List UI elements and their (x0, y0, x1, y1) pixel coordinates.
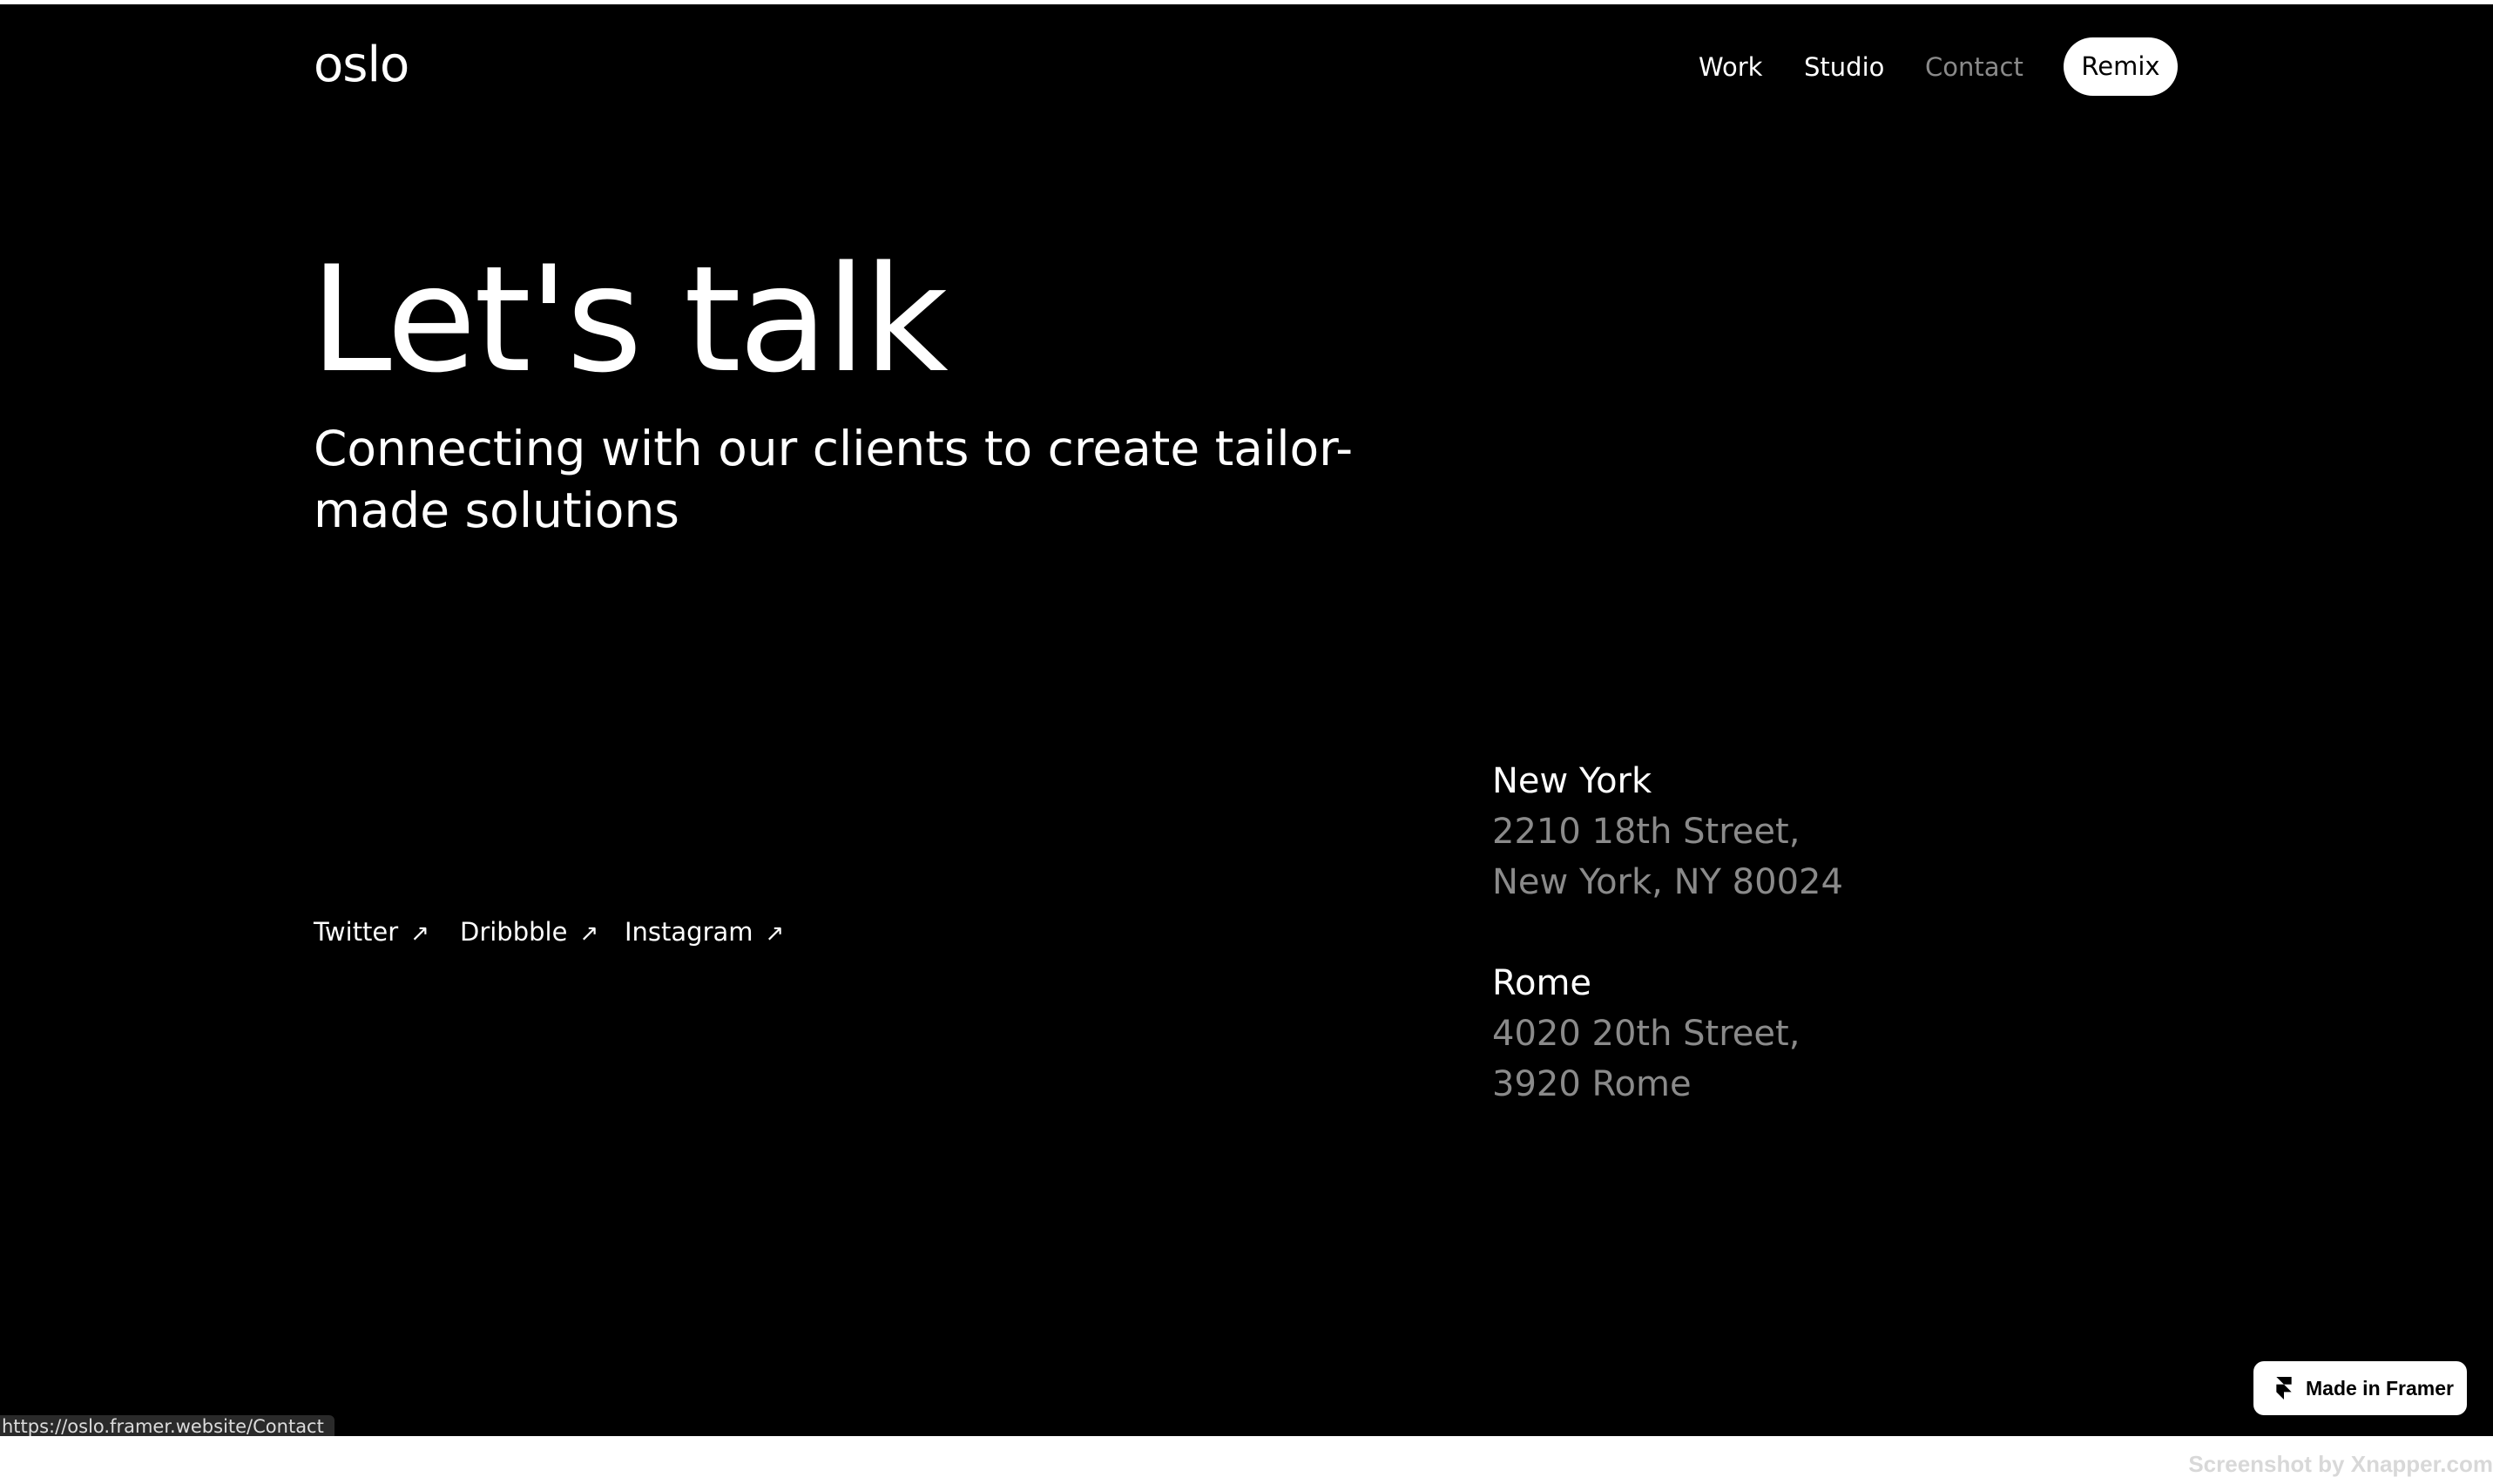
page-background: oslo Work Studio Contact Remix Let's tal… (0, 4, 2493, 1436)
arrow-up-right-icon: ↗ (765, 921, 785, 947)
office-address-line: 4020 20th Street, (1492, 1014, 1800, 1054)
nav-studio[interactable]: Studio (1804, 39, 1884, 95)
office-city: Rome (1492, 963, 1592, 1003)
arrow-up-right-icon: ↗ (410, 921, 429, 947)
twitter-link[interactable]: Twitter ↗ (314, 910, 429, 955)
site-logo[interactable]: oslo (314, 35, 409, 96)
page-subtitle: Connecting with our clients to create ta… (314, 421, 1354, 538)
instagram-label: Instagram (625, 917, 753, 947)
twitter-label: Twitter (314, 917, 399, 947)
office-address-line: 2210 18th Street, (1492, 812, 1800, 852)
watermark: Screenshot by Xnapper.com (2188, 1451, 2493, 1477)
badge-label: Made in Framer (2306, 1377, 2454, 1400)
office-address-line: New York, NY 80024 (1492, 862, 1843, 902)
nav-contact[interactable]: Contact (1925, 39, 2023, 95)
dribbble-label: Dribbble (460, 917, 568, 947)
office-rome: Rome 4020 20th Street, 3920 Rome (1492, 958, 1800, 1110)
office-address-line: 3920 Rome (1492, 1064, 1692, 1104)
page-title: Let's talk (310, 234, 949, 405)
remix-button[interactable]: Remix (2064, 37, 2178, 96)
made-in-framer-badge[interactable]: Made in Framer (2253, 1361, 2467, 1415)
office-new-york: New York 2210 18th Street, New York, NY … (1492, 756, 1843, 907)
instagram-link[interactable]: Instagram ↗ (625, 910, 784, 955)
office-city: New York (1492, 761, 1652, 801)
arrow-up-right-icon: ↗ (579, 921, 599, 947)
framer-logo-icon (2276, 1377, 2292, 1400)
status-bar-url: https://oslo.framer.website/Contact (0, 1415, 334, 1436)
dribbble-link[interactable]: Dribbble ↗ (460, 910, 598, 955)
nav-work[interactable]: Work (1699, 39, 1762, 95)
